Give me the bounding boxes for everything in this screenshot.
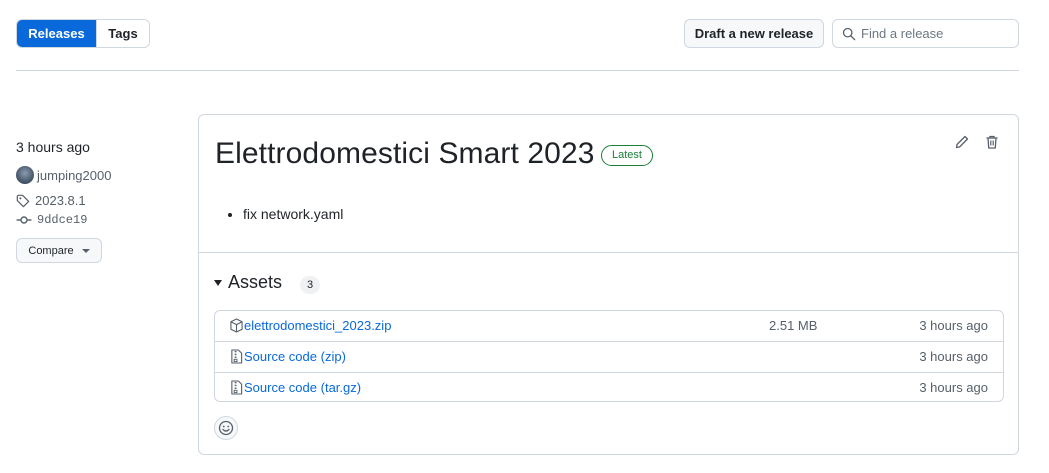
chevron-down-icon bbox=[81, 248, 90, 253]
compare-button[interactable]: Compare bbox=[16, 238, 102, 263]
draft-new-release-button[interactable]: Draft a new release bbox=[684, 19, 824, 48]
file-zip-icon bbox=[231, 380, 243, 395]
release-tag[interactable]: 2023.8.1 bbox=[16, 193, 86, 208]
release-card: Elettrodomestici Smart 2023 Latest fix n… bbox=[198, 114, 1019, 455]
tab-tags[interactable]: Tags bbox=[96, 20, 149, 47]
assets-toggle[interactable]: Assets bbox=[214, 272, 282, 293]
commit-hash[interactable]: 9ddce19 bbox=[37, 213, 87, 227]
asset-row: elettrodomestici_2023.zip 2.51 MB 3 hour… bbox=[215, 311, 1003, 341]
triangle-down-icon bbox=[214, 279, 222, 286]
asset-link[interactable]: Source code (tar.gz) bbox=[244, 380, 361, 395]
file-zip-icon bbox=[231, 349, 243, 364]
trash-icon[interactable] bbox=[984, 134, 1000, 150]
asset-time: 3 hours ago bbox=[919, 318, 988, 333]
asset-link[interactable]: Source code (zip) bbox=[244, 349, 346, 364]
asset-format[interactable]: (tar.gz) bbox=[321, 380, 361, 395]
asset-size: 2.51 MB bbox=[769, 318, 818, 333]
asset-name[interactable]: Source code bbox=[244, 349, 317, 364]
release-commit[interactable]: 9ddce19 bbox=[16, 213, 87, 227]
tab-releases[interactable]: Releases bbox=[17, 20, 96, 47]
assets-count-badge: 3 bbox=[300, 276, 320, 294]
find-release-search bbox=[832, 19, 1019, 48]
releases-tags-toggle: Releases Tags bbox=[16, 19, 150, 48]
asset-time: 3 hours ago bbox=[919, 349, 988, 364]
assets-heading: Assets bbox=[228, 272, 283, 292]
release-note-item: fix network.yaml bbox=[243, 206, 343, 222]
assets-list: elettrodomestici_2023.zip 2.51 MB 3 hour… bbox=[214, 310, 1004, 402]
card-divider bbox=[199, 252, 1018, 253]
latest-badge: Latest bbox=[601, 145, 653, 166]
tag-label[interactable]: 2023.8.1 bbox=[35, 193, 86, 208]
add-reaction-button[interactable] bbox=[214, 416, 238, 440]
author-name[interactable]: jumping2000 bbox=[37, 168, 111, 183]
header-divider bbox=[16, 70, 1019, 71]
smiley-icon bbox=[218, 420, 234, 436]
asset-link[interactable]: elettrodomestici_2023.zip bbox=[244, 318, 391, 333]
package-icon bbox=[230, 318, 243, 333]
compare-label: Compare bbox=[28, 244, 74, 257]
avatar bbox=[16, 166, 34, 184]
asset-format[interactable]: (zip) bbox=[321, 349, 346, 364]
release-time: 3 hours ago bbox=[16, 139, 90, 155]
asset-time: 3 hours ago bbox=[919, 380, 988, 395]
release-author[interactable]: jumping2000 bbox=[16, 166, 111, 184]
release-title[interactable]: Elettrodomestici Smart 2023 bbox=[215, 137, 595, 171]
asset-row: Source code (zip) 3 hours ago bbox=[215, 341, 1003, 371]
search-icon bbox=[842, 27, 856, 41]
asset-name[interactable]: Source code bbox=[244, 380, 317, 395]
release-notes: fix network.yaml bbox=[225, 206, 343, 222]
pencil-icon[interactable] bbox=[954, 134, 970, 150]
asset-row: Source code (tar.gz) 3 hours ago bbox=[215, 372, 1003, 402]
search-input[interactable] bbox=[861, 21, 1013, 46]
tag-icon bbox=[16, 194, 30, 207]
git-commit-icon bbox=[16, 216, 32, 224]
